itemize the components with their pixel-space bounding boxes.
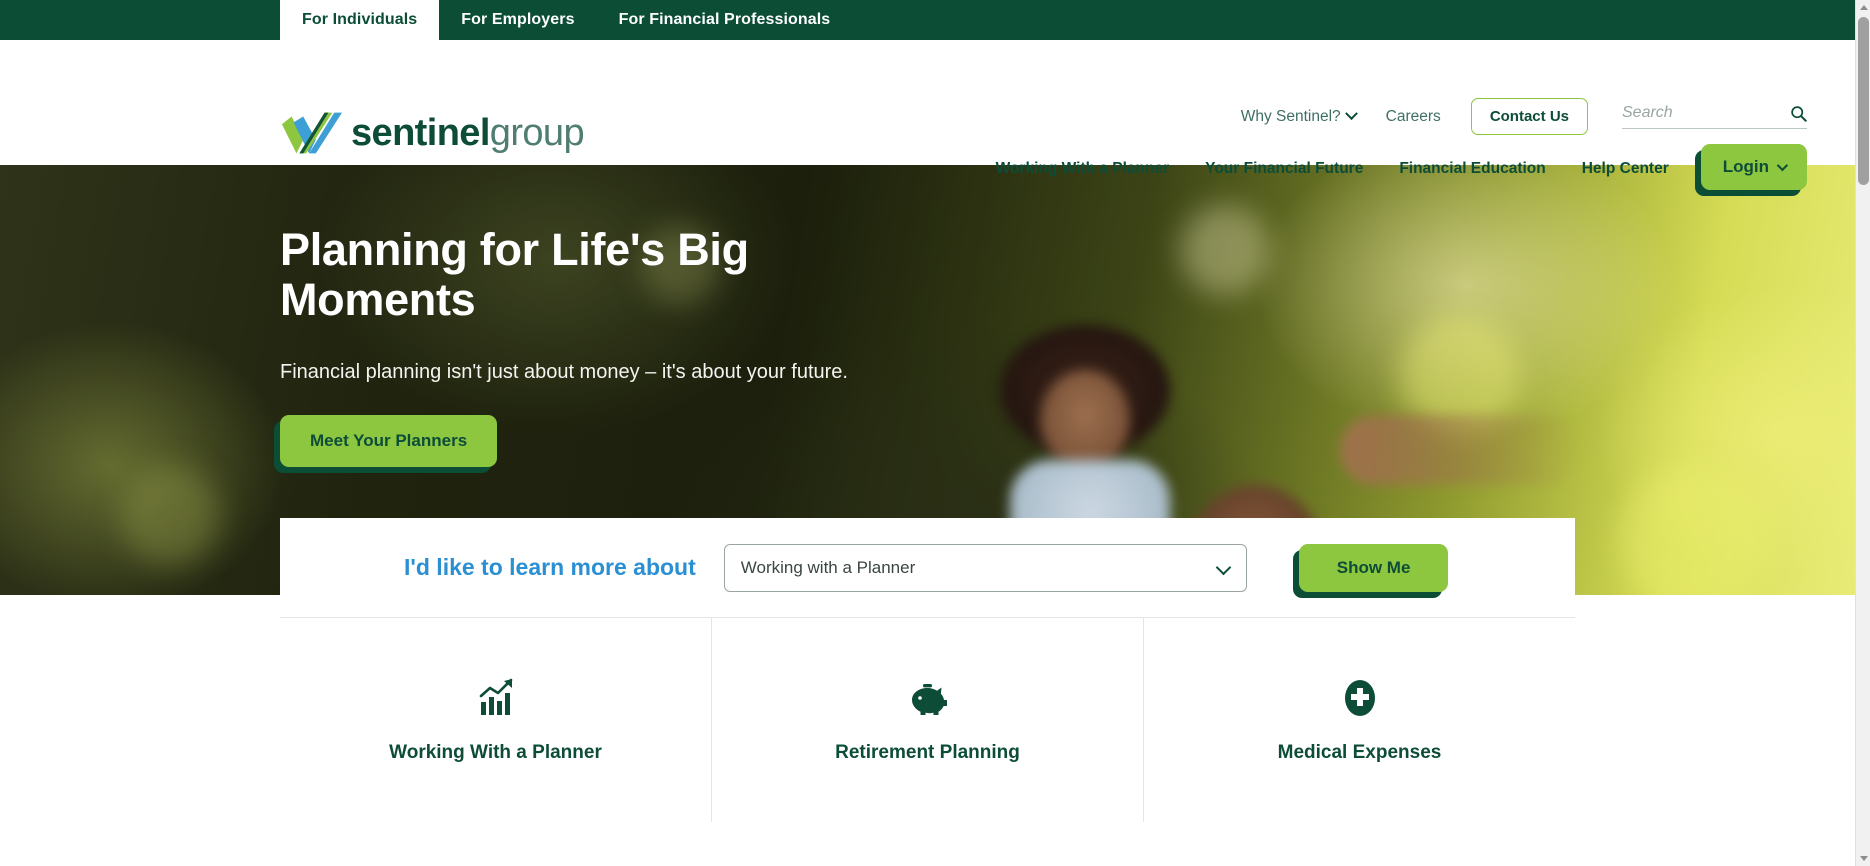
search-input[interactable] <box>1622 104 1772 122</box>
feature-card-medical-expenses[interactable]: Medical Expenses <box>1144 618 1575 822</box>
photo-subject-arm-right <box>1340 415 1580 485</box>
feature-card-working-with-a-planner[interactable]: Working With a Planner <box>280 618 712 822</box>
scrollbar-thumb[interactable] <box>1858 17 1869 185</box>
feature-card-title: Retirement Planning <box>835 742 1020 763</box>
contact-us-button[interactable]: Contact Us <box>1470 98 1588 135</box>
utility-nav: Why Sentinel? Careers Contact Us <box>1241 98 1807 135</box>
utility-link-careers[interactable]: Careers <box>1386 108 1441 126</box>
feature-card-title: Working With a Planner <box>389 742 602 763</box>
nav-item-your-financial-future[interactable]: Your Financial Future <box>1205 160 1363 178</box>
logo-word-bold: sentinel <box>351 112 490 154</box>
feature-card-retirement-planning[interactable]: Retirement Planning <box>712 618 1144 822</box>
page-viewport: For Individuals For Employers For Financ… <box>0 0 1855 866</box>
login-button-label: Login <box>1722 157 1769 176</box>
nav-item-financial-education[interactable]: Financial Education <box>1399 160 1545 178</box>
logo-wordmark: sentinelgroup <box>351 112 585 154</box>
meet-your-planners-button[interactable]: Meet Your Planners <box>280 415 498 467</box>
main-navigation: Working With a Planner Your Financial Fu… <box>996 144 1807 190</box>
browser-scrollbar[interactable] <box>1855 0 1870 866</box>
sentinel-checkmark-logo-icon <box>281 112 342 154</box>
topic-select-shell[interactable]: Working with a PlannerRetirement Plannin… <box>723 543 1247 592</box>
growth-chart-icon <box>479 678 512 715</box>
learn-more-selector-card: I'd like to learn more about Working wit… <box>280 518 1575 617</box>
search-icon[interactable] <box>1790 105 1807 122</box>
learn-more-label: I'd like to learn more about <box>404 554 696 580</box>
login-button[interactable]: Login <box>1700 144 1807 190</box>
chevron-down-icon <box>1344 107 1358 121</box>
logo-word-light: group <box>489 112 585 154</box>
learn-more-selector-panel: I'd like to learn more about Working wit… <box>280 518 1575 617</box>
audience-tab-bar: For Individuals For Employers For Financ… <box>0 0 1855 40</box>
nav-item-help-center[interactable]: Help Center <box>1582 160 1669 178</box>
nav-item-working-with-a-planner[interactable]: Working With a Planner <box>996 160 1170 178</box>
chevron-down-icon <box>1776 159 1789 172</box>
utility-link-label: Careers <box>1385 107 1441 125</box>
audience-tab-for-employers[interactable]: For Employers <box>439 0 596 40</box>
feature-card-title: Medical Expenses <box>1277 742 1442 763</box>
feature-cards-row: Working With a Planner Retirement Planni… <box>280 617 1575 822</box>
bokeh-light <box>1180 205 1270 295</box>
browser-page: For Individuals For Employers For Financ… <box>0 0 1870 866</box>
bokeh-light <box>120 465 220 565</box>
scrollbar-down-arrow-icon[interactable] <box>1856 851 1870 866</box>
medical-cross-icon <box>1344 680 1375 716</box>
audience-tab-label: For Individuals <box>302 11 418 28</box>
site-header: sentinelgroup Why Sentinel? Careers Cont… <box>0 40 1855 190</box>
audience-tab-for-individuals[interactable]: For Individuals <box>280 0 440 40</box>
audience-tab-for-financial-professionals[interactable]: For Financial Professionals <box>597 0 853 40</box>
utility-link-label: Why Sentinel? <box>1240 107 1341 125</box>
site-logo[interactable]: sentinelgroup <box>280 110 585 156</box>
scrollbar-up-arrow-icon[interactable] <box>1856 0 1870 15</box>
search-box[interactable] <box>1622 104 1807 129</box>
piggy-bank-icon <box>911 684 947 715</box>
hero-subtitle: Financial planning isn't just about mone… <box>280 361 848 383</box>
photo-subject-child-face <box>1040 370 1130 470</box>
audience-tab-label: For Employers <box>461 11 575 28</box>
topic-select[interactable]: Working with a PlannerRetirement Plannin… <box>723 543 1247 592</box>
utility-link-why-sentinel[interactable]: Why Sentinel? <box>1240 107 1358 126</box>
show-me-button[interactable]: Show Me <box>1298 543 1449 592</box>
hero-title: Planning for Life's Big Moments <box>280 224 749 325</box>
audience-tab-label: For Financial Professionals <box>618 11 831 28</box>
